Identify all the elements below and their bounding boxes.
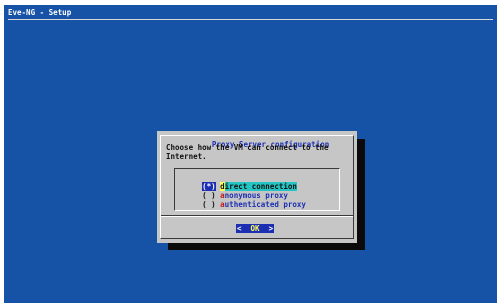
ok-bracket-right: > bbox=[268, 224, 274, 233]
radio-option-direct-connection[interactable]: (*) direct connection bbox=[175, 173, 297, 191]
button-separator bbox=[161, 215, 353, 217]
ok-button-label: OK bbox=[250, 224, 260, 233]
dialog-prompt: Choose how the VM can connect to the Int… bbox=[166, 143, 329, 161]
radio-mark[interactable]: ( ) bbox=[202, 200, 216, 209]
radio-label: uthenticated proxy bbox=[224, 200, 306, 209]
console-screen: Eve-NG - Setup Proxy Server configuratio… bbox=[4, 5, 497, 303]
backtitle-rule bbox=[8, 19, 493, 20]
radio-option-anonymous-proxy[interactable]: ( ) anonymous proxy bbox=[175, 182, 288, 200]
backtitle: Eve-NG - Setup bbox=[8, 8, 72, 17]
ok-button[interactable]: < OK > bbox=[236, 224, 275, 233]
proxy-dialog: Proxy Server configuration Choose how th… bbox=[157, 131, 357, 243]
radio-option-authenticated-proxy[interactable]: ( ) authenticated proxy bbox=[175, 191, 306, 209]
